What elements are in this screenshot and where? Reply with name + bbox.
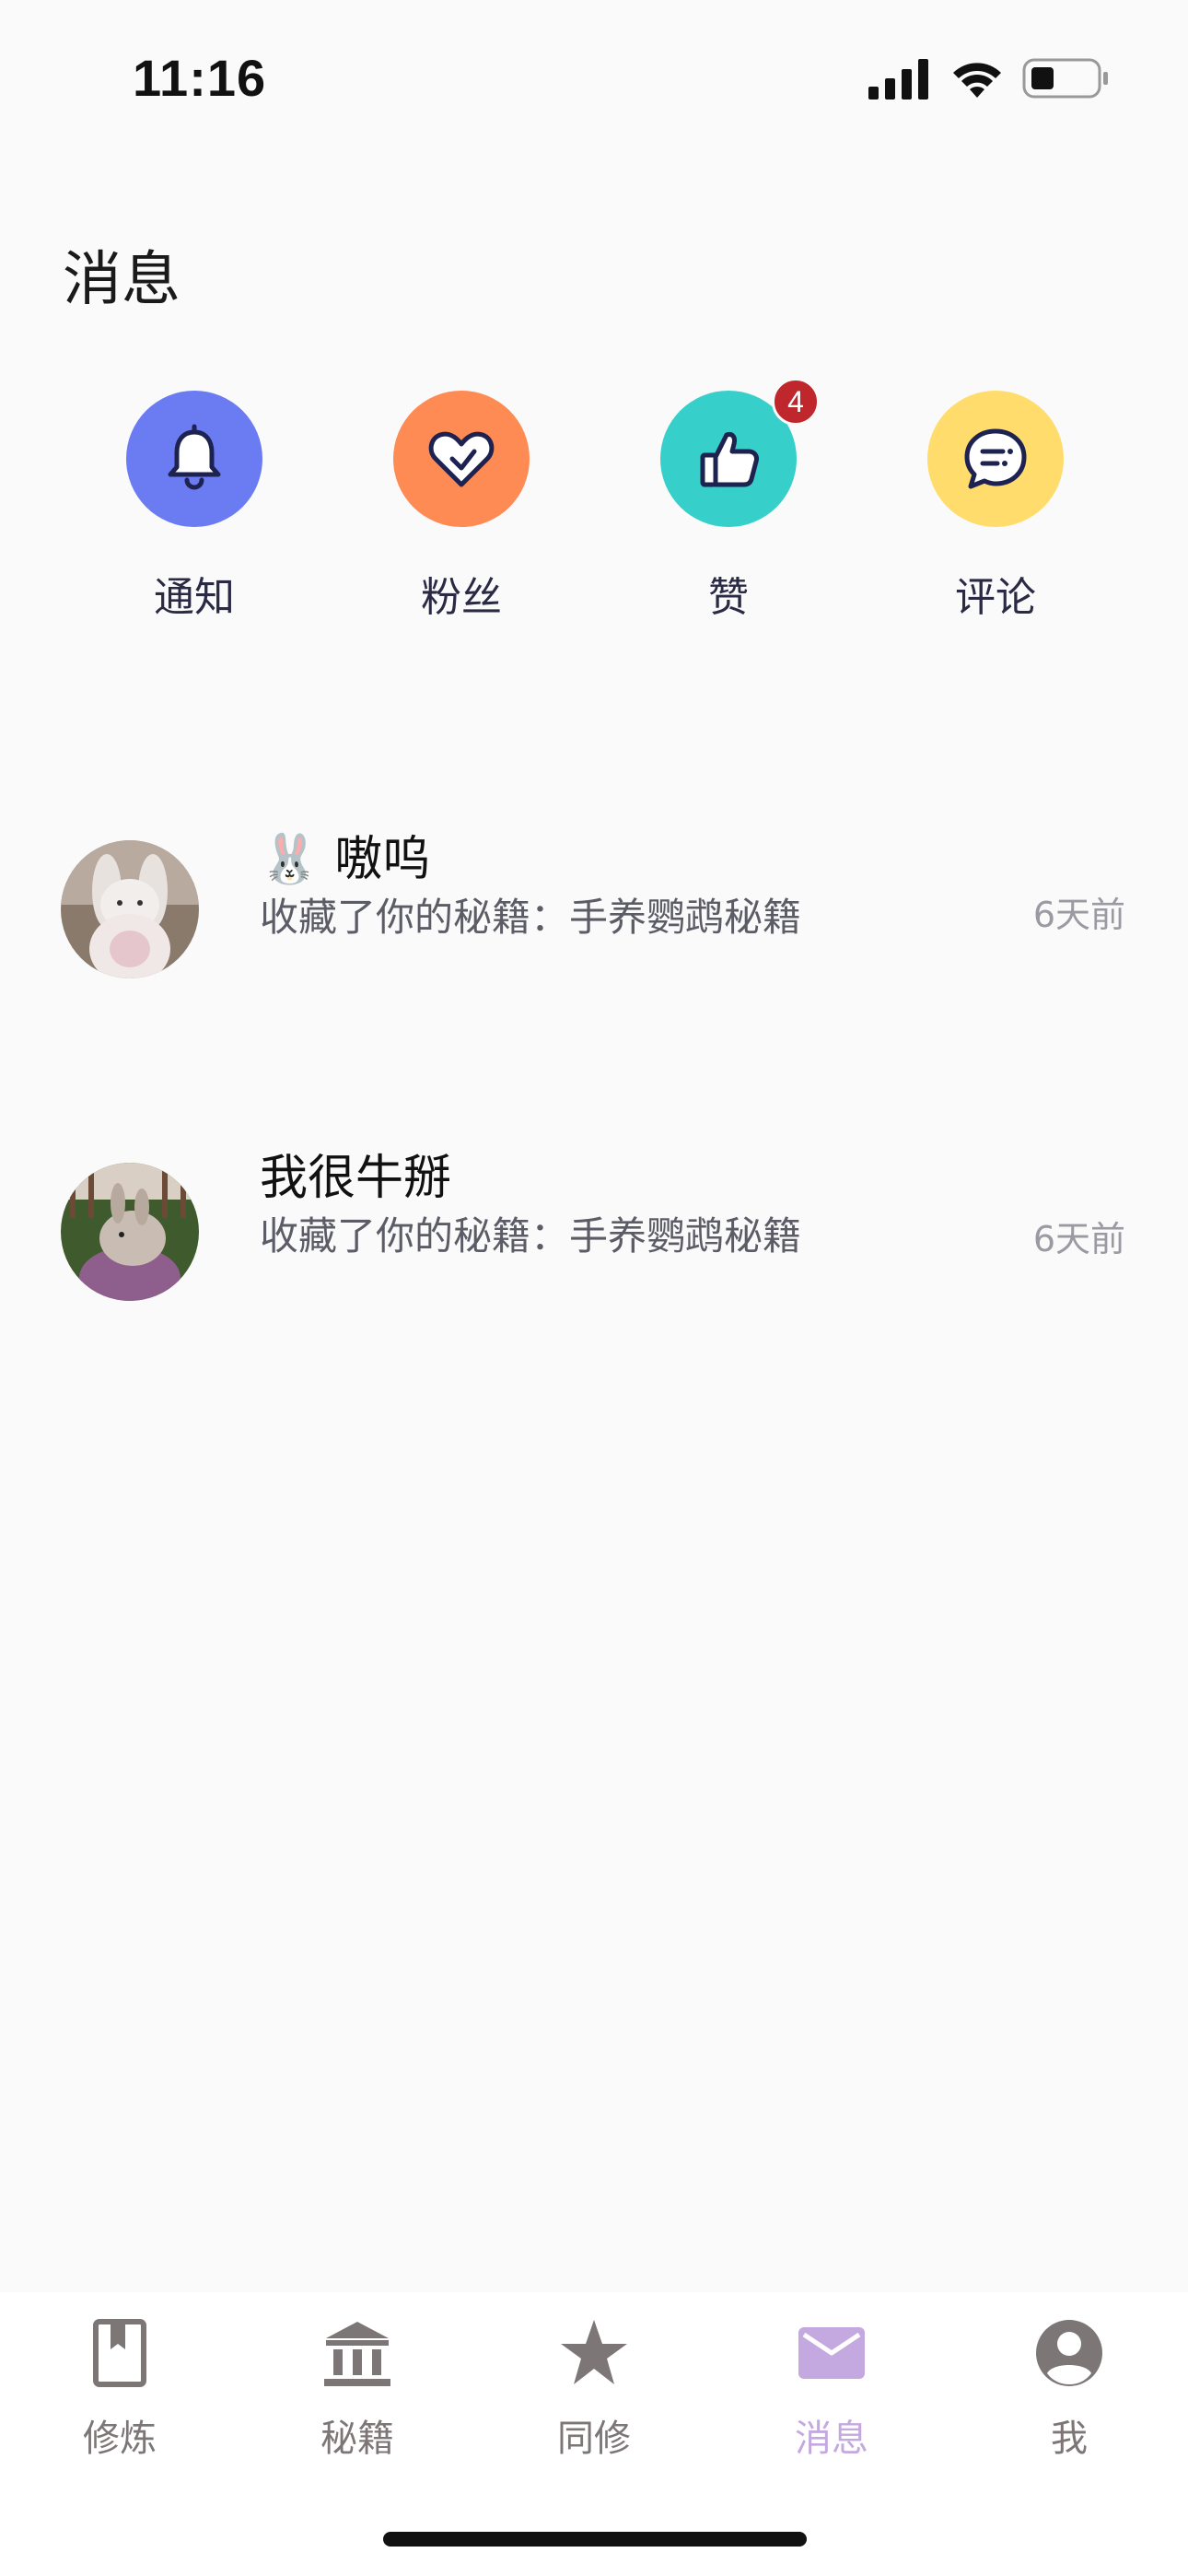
rabbit-photo	[61, 840, 199, 978]
tab-label: 修炼	[83, 2418, 157, 2460]
tab-messages[interactable]: 消息	[749, 2316, 914, 2464]
star-icon	[561, 2320, 627, 2384]
message-text: 收藏了你的秘籍：手养鹦鹉秘籍	[260, 895, 802, 940]
message-time: 6天前	[1032, 895, 1125, 935]
comment-icon	[964, 428, 1027, 489]
quick-action-fans[interactable]: 粉丝	[368, 391, 553, 630]
cellular-signal-icon	[868, 59, 928, 100]
rabbit-photo	[61, 1163, 199, 1301]
quick-action-label: 评论	[955, 574, 1036, 621]
tab-me[interactable]: 我	[986, 2316, 1152, 2464]
likes-count-badge: 4	[772, 378, 820, 426]
avatar	[61, 840, 199, 978]
quick-action-notifications[interactable]: 通知	[101, 391, 285, 630]
quick-action-comments[interactable]: 评论	[903, 391, 1087, 630]
tab-secrets[interactable]: 秘籍	[274, 2316, 440, 2464]
sender-name-text: 嗷呜	[334, 832, 431, 887]
bell-icon	[168, 424, 221, 490]
heart-icon	[428, 431, 495, 487]
status-bar: 11:16	[0, 0, 1188, 157]
message-time: 6天前	[1032, 1219, 1125, 1259]
home-indicator[interactable]	[383, 2532, 807, 2547]
message-list-item[interactable]: 🐰 嗷呜 收藏了你的秘籍：手养鹦鹉秘籍 6天前	[0, 820, 1188, 1004]
wifi-icon	[953, 63, 1001, 98]
mail-icon	[798, 2327, 865, 2379]
comments-circle	[927, 391, 1064, 527]
tab-label: 秘籍	[320, 2418, 394, 2460]
tab-fellows[interactable]: 同修	[511, 2316, 677, 2464]
account-icon	[1036, 2320, 1102, 2386]
fans-circle	[393, 391, 530, 527]
page-title: 消息	[63, 246, 181, 314]
status-time: 11:16	[133, 49, 267, 107]
battery-icon	[1022, 58, 1108, 99]
tab-practice[interactable]: 修炼	[37, 2316, 203, 2464]
quick-action-label: 粉丝	[421, 574, 502, 621]
rabbit-emoji: 🐰	[260, 832, 320, 887]
message-sender-name: 🐰 嗷呜	[260, 820, 430, 889]
message-list-item[interactable]: 我很牛掰 收藏了你的秘籍：手养鹦鹉秘籍 6天前	[0, 1139, 1188, 1323]
tab-label: 消息	[795, 2418, 868, 2460]
message-text: 收藏了你的秘籍：手养鹦鹉秘籍	[260, 1213, 802, 1259]
book-icon	[93, 2319, 146, 2387]
thumbs-up-icon	[700, 432, 759, 487]
tab-label: 同修	[557, 2418, 631, 2460]
quick-action-label: 通知	[154, 574, 235, 621]
tab-label: 我	[1051, 2418, 1088, 2460]
message-sender-name: 我很牛掰	[260, 1151, 452, 1206]
bank-icon	[324, 2322, 390, 2386]
quick-action-label: 赞	[708, 574, 749, 621]
avatar	[61, 1163, 199, 1301]
notification-circle	[126, 391, 262, 527]
quick-action-likes[interactable]: 4 赞	[635, 378, 820, 630]
